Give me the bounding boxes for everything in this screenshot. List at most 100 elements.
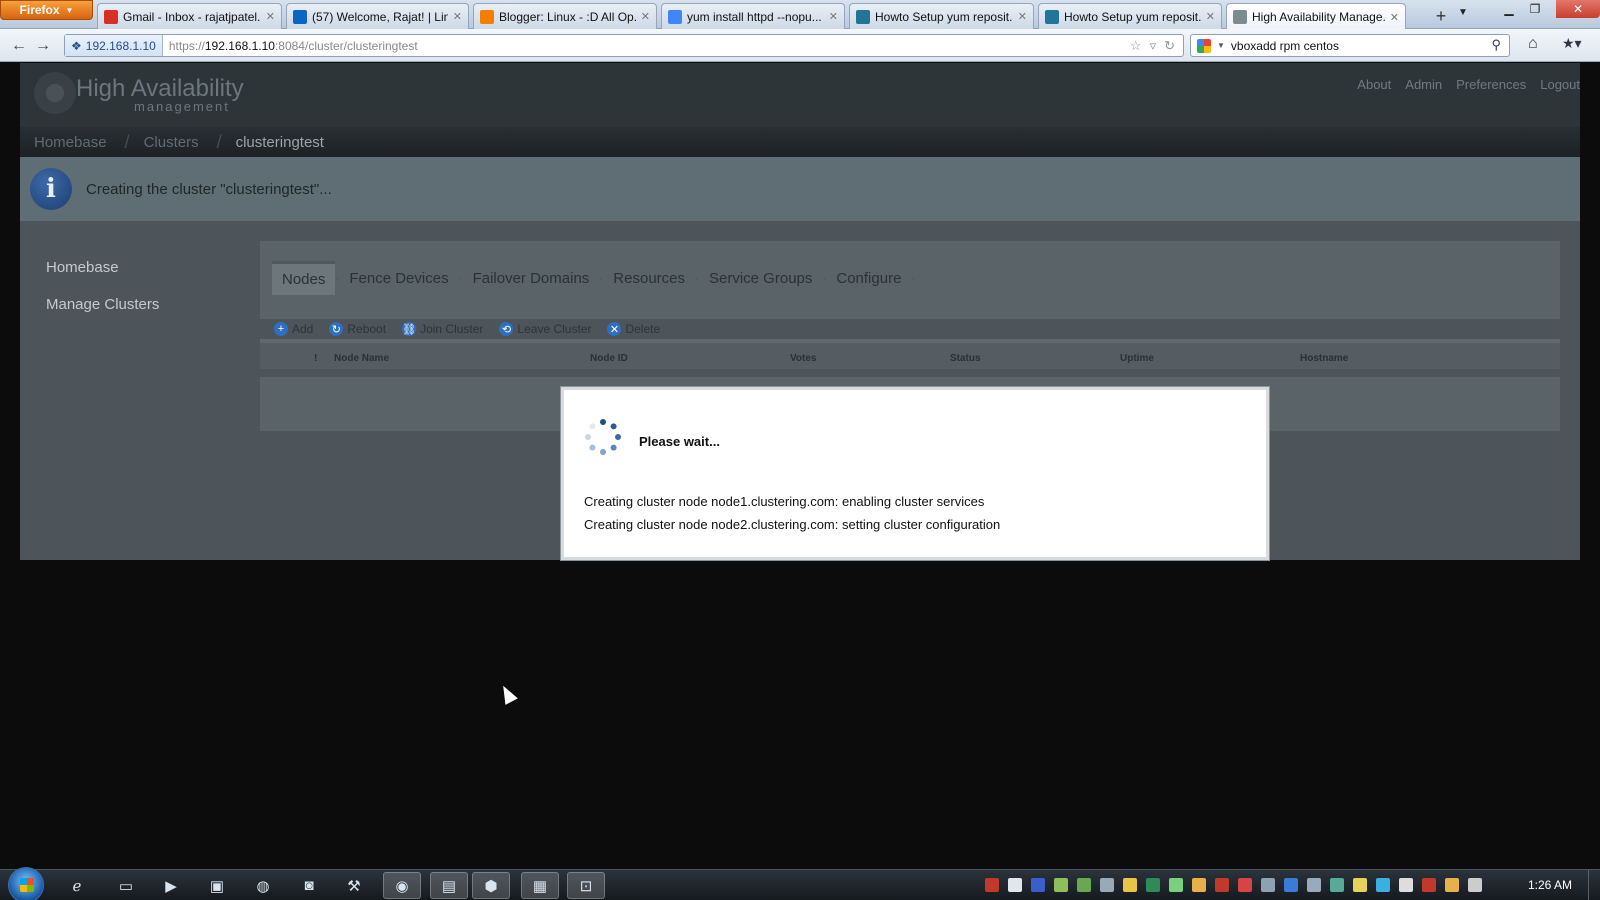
tray-icon[interactable]: [985, 878, 999, 892]
browser-tab[interactable]: Blogger: Linux - :D All Op... ✕: [473, 3, 657, 29]
tray-icon[interactable]: [1169, 878, 1183, 892]
tab-failover-domains[interactable]: Failover Domains: [463, 261, 600, 295]
cluster-tabs-bar: Nodes · Fence Devices · Failover Domains · Res…: [260, 241, 1560, 319]
bookmarks-button[interactable]: ★▾: [1562, 35, 1582, 52]
tab-service-groups[interactable]: Service Groups: [699, 261, 822, 295]
close-icon[interactable]: ✕: [1390, 11, 1399, 24]
search-engine-chevron-icon[interactable]: ▼: [1217, 41, 1225, 50]
back-button[interactable]: ←: [8, 35, 30, 57]
clock[interactable]: 1:26 AM: [1528, 878, 1572, 892]
sidebar-item-manage-clusters[interactable]: Manage Clusters: [46, 296, 159, 313]
restore-button[interactable]: ❐: [1522, 0, 1548, 18]
remote-desktop-taskbar-icon[interactable]: ⊡: [567, 872, 605, 899]
tab-list-button[interactable]: ▼: [1458, 7, 1468, 18]
tray-icon[interactable]: [1008, 878, 1022, 892]
file-explorer-icon[interactable]: ▭: [107, 872, 145, 899]
column-header[interactable]: Node Name: [334, 353, 389, 364]
sidebar-item-homebase[interactable]: Homebase: [46, 259, 159, 276]
top-link-about[interactable]: About: [1357, 77, 1391, 92]
browser-tab[interactable]: Howto Setup yum reposit... ✕: [849, 3, 1034, 29]
top-link-preferences[interactable]: Preferences: [1456, 77, 1526, 92]
app-outlook-icon[interactable]: ◙: [290, 872, 328, 899]
internet-explorer-icon[interactable]: ℯ: [58, 872, 96, 899]
site-identity-button[interactable]: ❖ 192.168.1.10: [65, 35, 163, 56]
tab-nodes[interactable]: Nodes: [272, 261, 336, 295]
tray-icon[interactable]: [1031, 878, 1045, 892]
top-link-logout[interactable]: Logout: [1540, 77, 1580, 92]
close-icon[interactable]: ✕: [641, 10, 650, 23]
join-cluster-button[interactable]: ⛓ Join Cluster: [402, 322, 483, 336]
search-icon[interactable]: ⚲: [1491, 37, 1501, 53]
new-tab-button[interactable]: +: [1430, 5, 1452, 27]
tray-icon[interactable]: [1054, 878, 1068, 892]
tray-icon[interactable]: [1261, 878, 1275, 892]
info-banner: i Creating the cluster "clusteringtest".…: [20, 157, 1580, 221]
tray-icon[interactable]: [1192, 878, 1206, 892]
tray-icon[interactable]: [1422, 878, 1436, 892]
column-header[interactable]: Uptime: [1120, 353, 1154, 364]
tray-icon[interactable]: [1215, 878, 1229, 892]
minimize-button[interactable]: ▁: [1496, 0, 1522, 18]
browser-tab[interactable]: yum install httpd --nopu... ✕: [661, 3, 845, 29]
firefox-menu-button[interactable]: Firefox ▼: [0, 0, 93, 20]
app-window-icon[interactable]: ▣: [198, 872, 236, 899]
tray-icon[interactable]: [1399, 878, 1413, 892]
tray-icon[interactable]: [1376, 878, 1390, 892]
search-bar[interactable]: ▼ vboxadd rpm centos ⚲: [1190, 34, 1510, 57]
reboot-button[interactable]: ↻ Reboot: [329, 322, 386, 336]
url-text[interactable]: https://192.168.1.10:8084/cluster/cluste…: [163, 39, 418, 53]
browser-tab[interactable]: (57) Welcome, Rajat! | Lin... ✕: [286, 3, 469, 29]
forward-button[interactable]: →: [32, 35, 54, 57]
tray-icon[interactable]: [1445, 878, 1459, 892]
add-button[interactable]: + Add: [274, 322, 313, 336]
reload-icon[interactable]: ↻: [1164, 38, 1175, 54]
tray-icon[interactable]: [1077, 878, 1091, 892]
delete-button[interactable]: ✕ Delete: [607, 322, 660, 336]
tray-icon[interactable]: [1284, 878, 1298, 892]
search-input[interactable]: vboxadd rpm centos: [1231, 39, 1339, 53]
bookmark-star-icon[interactable]: ☆: [1130, 38, 1142, 54]
browser-tab[interactable]: Gmail - Inbox - rajatjpatel... ✕: [97, 3, 282, 29]
breadcrumb-homebase[interactable]: Homebase: [20, 134, 125, 151]
media-player-icon[interactable]: ▶: [152, 872, 190, 899]
column-header[interactable]: Node ID: [590, 353, 628, 364]
window-taskbar-icon[interactable]: ▦: [521, 872, 559, 899]
column-header[interactable]: Hostname: [1300, 353, 1348, 364]
history-dropdown-icon[interactable]: ▿: [1150, 38, 1157, 54]
tray-icon[interactable]: [1307, 878, 1321, 892]
window-close-button[interactable]: ✕: [1556, 0, 1600, 18]
url-bar[interactable]: ❖ 192.168.1.10 https://192.168.1.10:8084…: [64, 34, 1184, 57]
leave-cluster-button[interactable]: ⟲ Leave Cluster: [499, 322, 591, 336]
notepad-taskbar-icon[interactable]: ▤: [430, 872, 468, 899]
tray-icon[interactable]: [1123, 878, 1137, 892]
browser-tab[interactable]: High Availability Manage... ✕: [1226, 3, 1406, 30]
close-icon[interactable]: ✕: [1206, 10, 1215, 23]
breadcrumb-clusters[interactable]: Clusters: [130, 134, 217, 151]
tray-icon[interactable]: [1146, 878, 1160, 892]
column-header[interactable]: Votes: [790, 353, 817, 364]
close-icon[interactable]: ✕: [453, 10, 462, 23]
virtualbox-taskbar-icon[interactable]: ⬢: [472, 872, 510, 899]
home-button[interactable]: ⌂: [1528, 35, 1538, 53]
app-tools-icon[interactable]: ⚒: [335, 872, 373, 899]
tab-resources[interactable]: Resources: [603, 261, 695, 295]
tray-icon[interactable]: [1468, 878, 1482, 892]
tab-configure[interactable]: Configure: [826, 261, 911, 295]
close-icon[interactable]: ✕: [266, 10, 275, 23]
column-header[interactable]: Status: [950, 353, 981, 364]
tray-icon[interactable]: [1238, 878, 1252, 892]
tray-icon[interactable]: [1100, 878, 1114, 892]
tab-fence-devices[interactable]: Fence Devices: [339, 261, 458, 295]
browser-tab[interactable]: Howto Setup yum reposit... ✕: [1038, 3, 1222, 29]
column-header[interactable]: !: [314, 353, 317, 364]
google-icon[interactable]: [1197, 38, 1211, 53]
firefox-taskbar-icon[interactable]: ◉: [383, 872, 421, 899]
top-link-admin[interactable]: Admin: [1405, 77, 1442, 92]
app-globe-icon[interactable]: ◍: [244, 872, 282, 899]
close-icon[interactable]: ✕: [1018, 10, 1027, 23]
tray-icon[interactable]: [1330, 878, 1344, 892]
start-button[interactable]: [8, 867, 44, 900]
close-icon[interactable]: ✕: [829, 10, 838, 23]
show-desktop-button[interactable]: [1588, 870, 1600, 900]
tray-icon[interactable]: [1353, 878, 1367, 892]
